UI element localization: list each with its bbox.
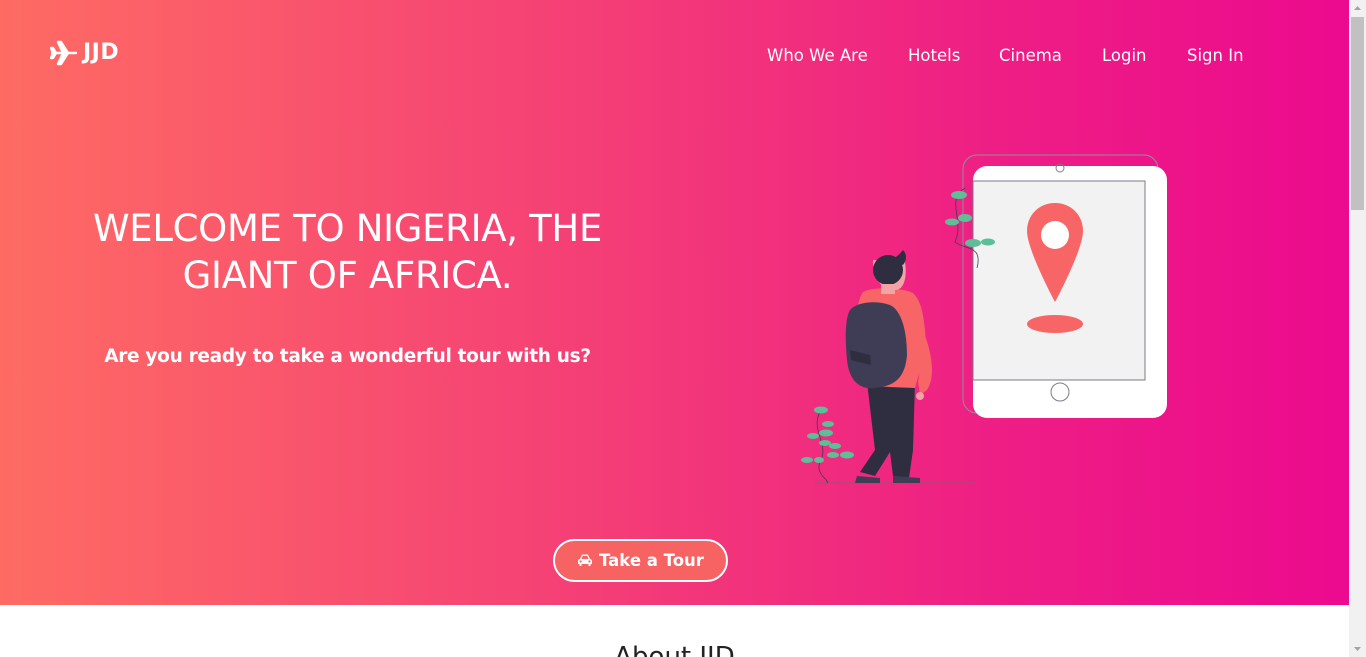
traveler-illustration	[801, 154, 1167, 484]
main-nav: Who We Are Hotels Cinema Login Sign In	[767, 45, 1267, 67]
nav-link-login[interactable]: Login	[1102, 45, 1147, 67]
hero-headline: WELCOME TO NIGERIA, THE GIANT OF AFRICA.	[60, 205, 635, 299]
car-icon	[578, 554, 593, 566]
nav-link-who-we-are[interactable]: Who We Are	[767, 45, 868, 67]
hero-headline-line1: WELCOME TO NIGERIA, THE	[92, 207, 603, 250]
plane-icon	[50, 40, 78, 66]
hero-section: JJD Who We Are Hotels Cinema Login Sign …	[0, 0, 1349, 605]
take-a-tour-label: Take a Tour	[599, 551, 704, 570]
brand-logo[interactable]: JJD	[50, 40, 119, 66]
scroll-down-arrow-icon[interactable]	[1349, 640, 1366, 657]
page-scrollbar-thumb[interactable]	[1351, 17, 1364, 210]
nav-link-sign-in[interactable]: Sign In	[1187, 45, 1244, 67]
nav-link-cinema[interactable]: Cinema	[999, 45, 1062, 67]
traveler-figure	[845, 250, 933, 483]
brand-name: JJD	[83, 40, 120, 65]
scroll-up-arrow-icon[interactable]	[1349, 0, 1366, 17]
nav-link-hotels[interactable]: Hotels	[908, 45, 960, 67]
take-a-tour-button[interactable]: Take a Tour	[553, 539, 728, 582]
about-section-title: About JJD	[614, 642, 735, 657]
hero-subline: Are you ready to take a wonderful tour w…	[104, 346, 591, 367]
hero-headline-line2: GIANT OF AFRICA.	[182, 254, 513, 297]
